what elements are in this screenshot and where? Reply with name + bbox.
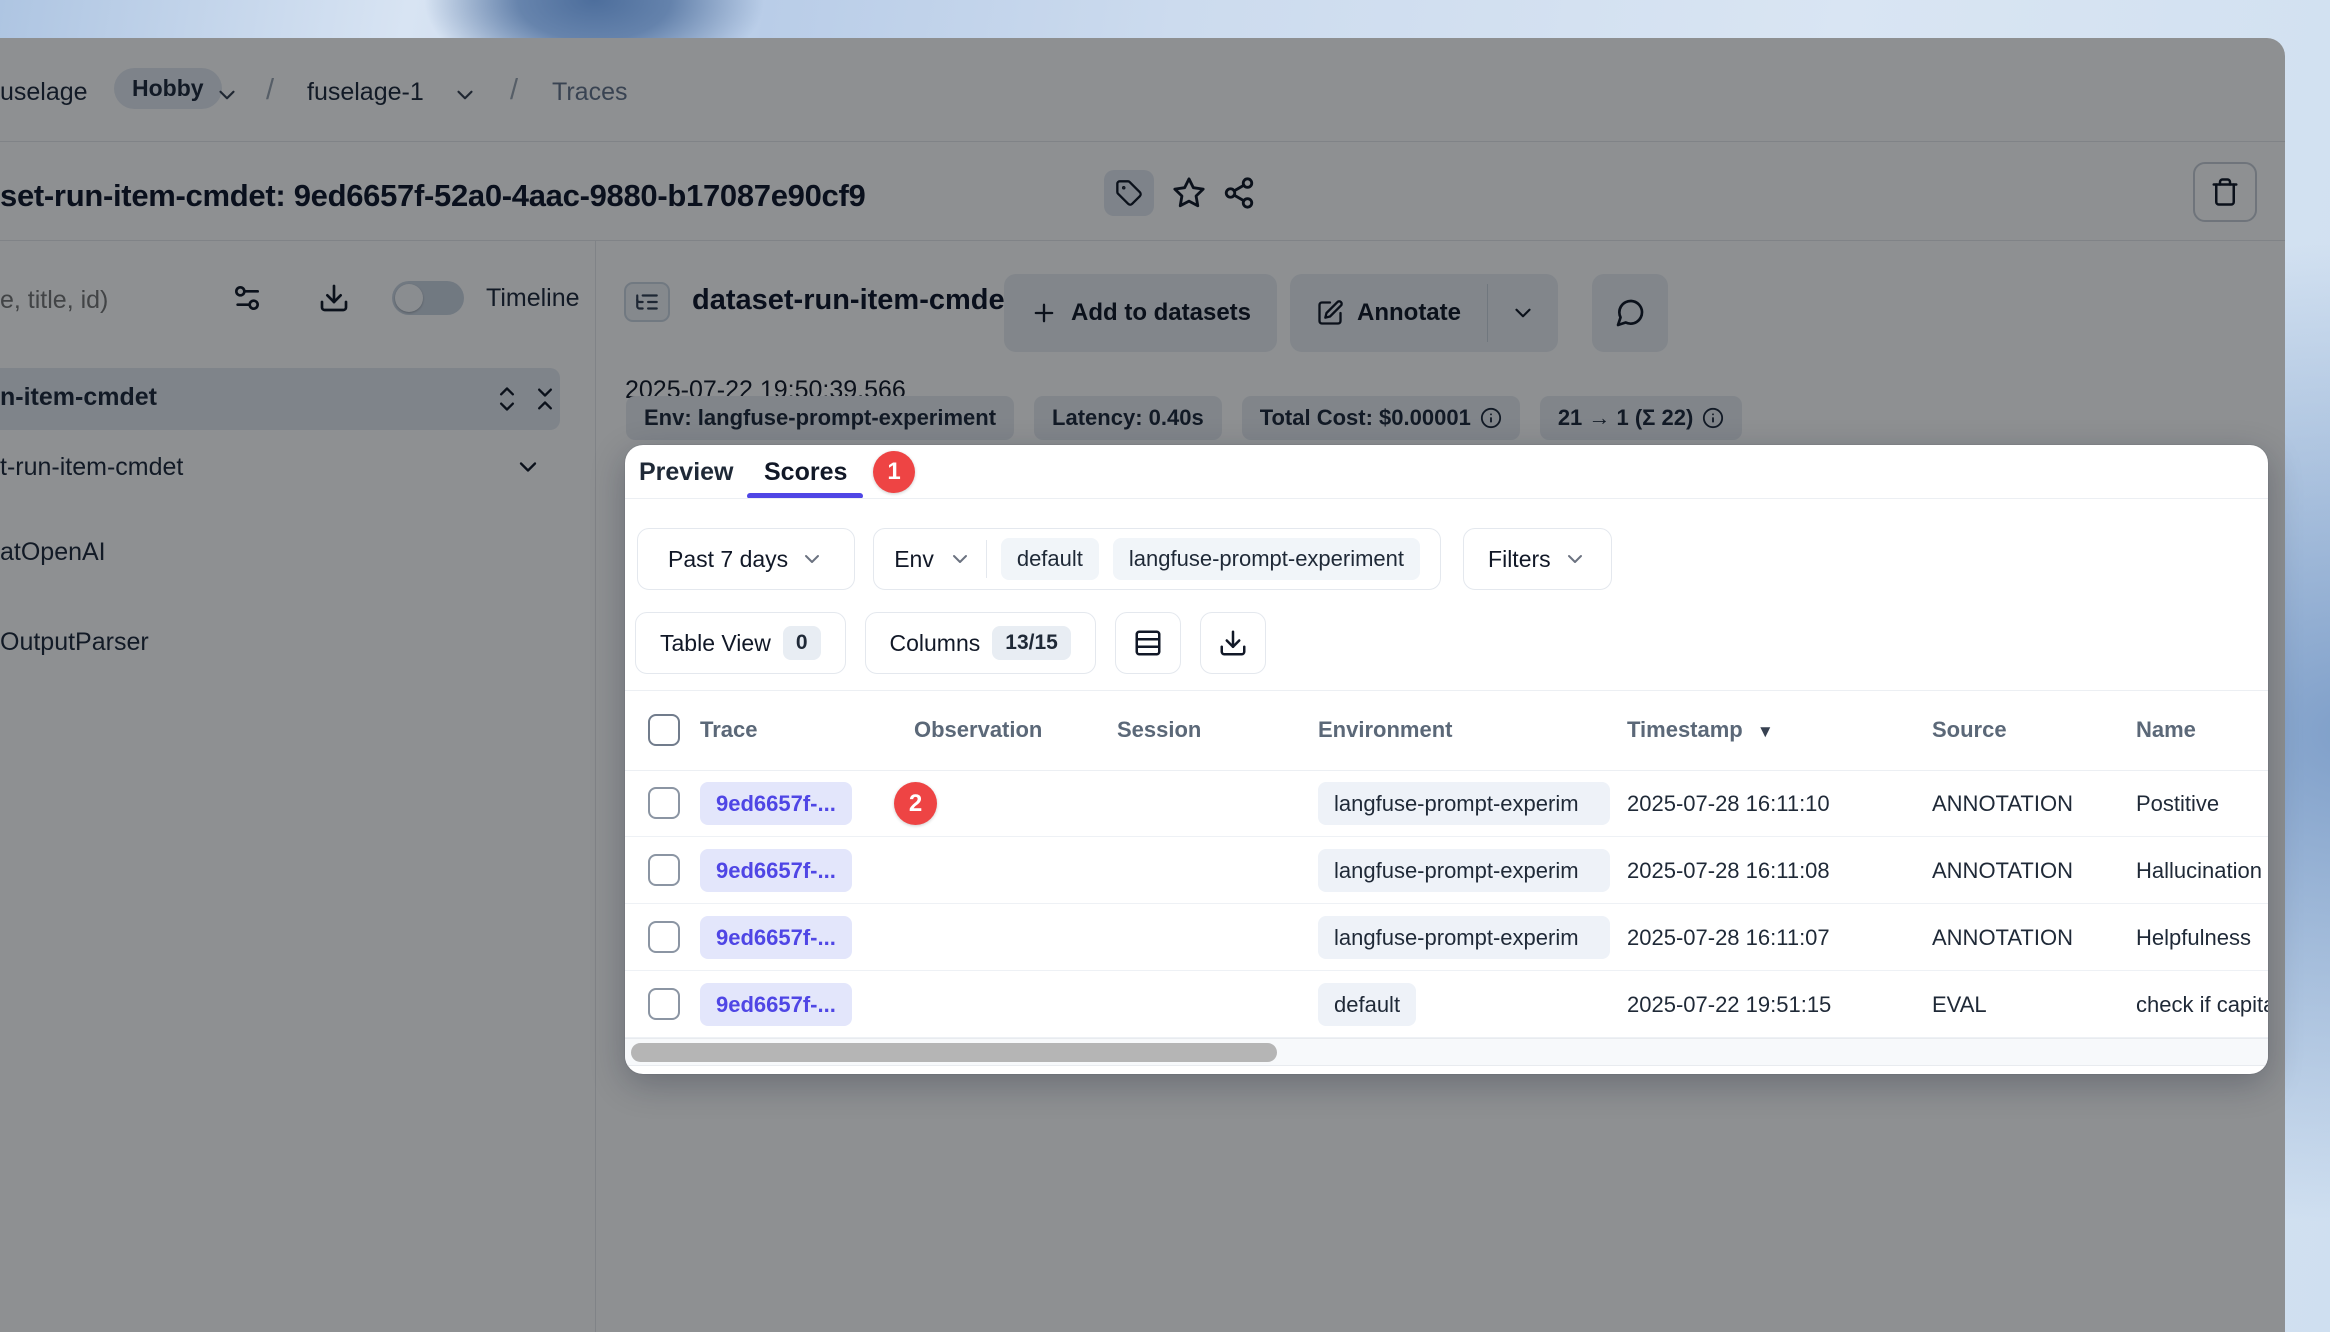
cell-timestamp: 2025-07-28 16:11:10 (1627, 770, 1830, 837)
scores-panel: Preview Scores 1 Past 7 days Env default… (625, 445, 2268, 1074)
cell-source: ANNOTATION (1932, 770, 2073, 837)
date-range-button[interactable]: Past 7 days (637, 528, 855, 590)
scrollbar-thumb[interactable] (631, 1043, 1277, 1062)
cell-name: Postitive (2136, 770, 2219, 837)
chevron-down-icon (948, 547, 972, 571)
col-header-timestamp[interactable]: Timestamp ▼ (1627, 690, 1774, 772)
col-header-name[interactable]: Name (2136, 690, 2196, 770)
env-filter-button[interactable]: Env default langfuse-prompt-experiment (873, 528, 1441, 590)
table-row[interactable]: 9ed6657f-... langfuse-prompt-experim 202… (625, 904, 2268, 971)
col-header-trace[interactable]: Trace (700, 690, 758, 770)
step-marker-1: 1 (873, 451, 915, 493)
filter-toolbar: Past 7 days Env default langfuse-prompt-… (637, 528, 1612, 590)
timestamp-header-label: Timestamp (1627, 717, 1743, 742)
cell-name: Helpfulness (2136, 904, 2251, 971)
tab-scores[interactable]: Scores (764, 458, 847, 487)
rows-icon (1133, 628, 1163, 658)
cell-timestamp: 2025-07-28 16:11:08 (1627, 837, 1830, 904)
filters-button[interactable]: Filters (1463, 528, 1612, 590)
trace-id-pill[interactable]: 9ed6657f-... (700, 849, 852, 892)
step-marker-2: 2 (894, 782, 937, 825)
environment-pill: langfuse-prompt-experim (1318, 916, 1610, 959)
chevron-down-icon (1563, 547, 1587, 571)
trace-id-pill[interactable]: 9ed6657f-... (700, 782, 852, 825)
table-header-row: Trace Observation Session Environment Ti… (625, 690, 2268, 770)
trace-id-pill[interactable]: 9ed6657f-... (700, 916, 852, 959)
table-row[interactable]: 9ed6657f-... default 2025-07-22 19:51:15… (625, 971, 2268, 1038)
env-chip-default: default (1001, 538, 1099, 580)
table-view-count: 0 (783, 626, 821, 660)
table-row[interactable]: 9ed6657f-... 2 langfuse-prompt-experim 2… (625, 770, 2268, 837)
columns-button[interactable]: Columns 13/15 (865, 612, 1096, 674)
cell-name: Hallucination (2136, 837, 2262, 904)
download-icon (1218, 628, 1248, 658)
env-filter-label: Env (894, 546, 934, 573)
cell-timestamp: 2025-07-22 19:51:15 (1627, 971, 1831, 1038)
divider (986, 540, 987, 578)
cell-source: EVAL (1932, 971, 1987, 1038)
col-header-session[interactable]: Session (1117, 690, 1201, 770)
row-checkbox[interactable] (648, 988, 680, 1020)
tab-preview[interactable]: Preview (639, 458, 734, 487)
export-button[interactable] (1200, 612, 1266, 674)
cell-timestamp: 2025-07-28 16:11:07 (1627, 904, 1830, 971)
chevron-down-icon (800, 547, 824, 571)
date-range-label: Past 7 days (668, 546, 788, 573)
col-header-environment[interactable]: Environment (1318, 690, 1452, 770)
select-all-checkbox[interactable] (648, 714, 680, 746)
filters-label: Filters (1488, 546, 1551, 573)
table-view-label: Table View (660, 630, 771, 657)
row-checkbox[interactable] (648, 787, 680, 819)
environment-pill: langfuse-prompt-experim (1318, 782, 1610, 825)
columns-count: 13/15 (992, 626, 1071, 660)
col-header-observation[interactable]: Observation (914, 690, 1042, 770)
sort-desc-icon: ▼ (1757, 722, 1774, 741)
table-row[interactable]: 9ed6657f-... langfuse-prompt-experim 202… (625, 837, 2268, 904)
cell-source: ANNOTATION (1932, 837, 2073, 904)
row-height-button[interactable] (1115, 612, 1181, 674)
col-header-source[interactable]: Source (1932, 690, 2007, 770)
environment-pill: default (1318, 983, 1416, 1026)
env-chip-experiment: langfuse-prompt-experiment (1113, 538, 1420, 580)
row-checkbox[interactable] (648, 854, 680, 886)
table-view-button[interactable]: Table View 0 (635, 612, 846, 674)
cell-source: ANNOTATION (1932, 904, 2073, 971)
environment-pill: langfuse-prompt-experim (1318, 849, 1610, 892)
tabs-divider (625, 498, 2268, 499)
horizontal-scrollbar[interactable] (625, 1038, 2268, 1066)
cell-name: check if capital (2136, 971, 2268, 1038)
trace-id-pill[interactable]: 9ed6657f-... (700, 983, 852, 1026)
columns-label: Columns (890, 630, 981, 657)
view-toolbar: Table View 0 Columns 13/15 (635, 612, 1266, 674)
row-checkbox[interactable] (648, 921, 680, 953)
